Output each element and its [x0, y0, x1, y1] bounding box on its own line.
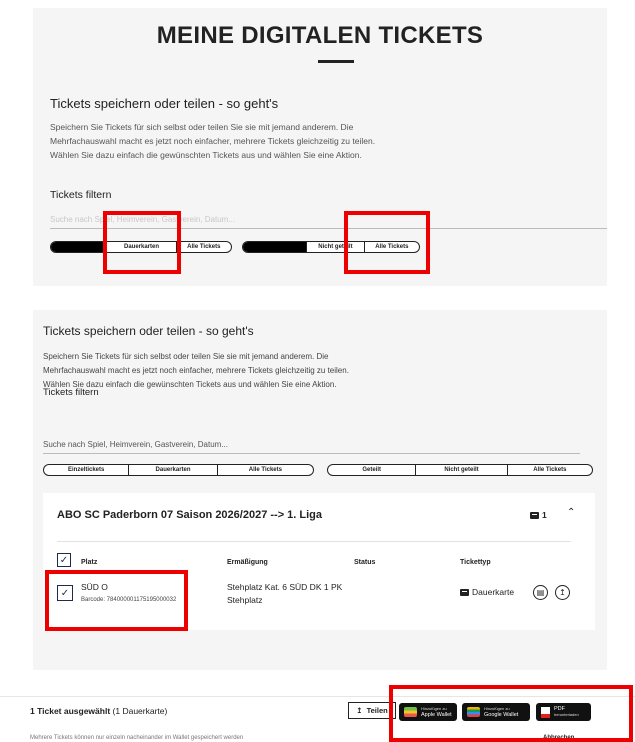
description-line: Wählen Sie dazu einfach die gewünschten … — [43, 380, 337, 389]
description-line: Mehrfachauswahl macht es jetzt noch einf… — [43, 366, 349, 375]
filter-heading: Tickets filtern — [50, 189, 112, 201]
column-header-ermaessigung: Ermäßigung — [227, 559, 268, 566]
highlight-box-ticket-row — [45, 570, 188, 631]
ticket-type-filter: Einzeltickets Dauerkarten Alle Tickets — [43, 464, 314, 476]
filter-option-geteilt[interactable]: Geteilt — [328, 465, 415, 475]
filter-heading: Tickets filtern — [43, 387, 99, 398]
ticket-discount-category: Stehplatz — [227, 595, 263, 605]
section-heading: Tickets speichern oder teilen - so geht'… — [43, 324, 254, 338]
wallet-note: Mehrere Tickets können nur einzeln nache… — [30, 735, 244, 741]
ticket-group-title: ABO SC Paderborn 07 Saison 2026/2027 -->… — [57, 509, 323, 521]
highlight-box-wallet-actions — [389, 685, 633, 742]
selection-detail: (1 Dauerkarte) — [112, 706, 168, 716]
filter-option-alle-tickets[interactable]: Alle Tickets — [175, 242, 231, 252]
ticket-icon — [460, 588, 469, 596]
ticket-count: 1 — [542, 510, 547, 520]
filter-option-alle-tickets[interactable]: Alle Tickets — [216, 465, 313, 475]
description-line: Mehrfachauswahl macht es jetzt noch einf… — [50, 136, 376, 146]
checkmark-icon: ✓ — [59, 554, 69, 566]
description-line: Wählen Sie dazu einfach die gewünschten … — [50, 150, 362, 160]
share-upload-icon[interactable]: ↥ — [555, 585, 570, 600]
selection-summary: 1 Ticket ausgewählt (1 Dauerkarte) — [30, 706, 167, 716]
section-description: Speichern Sie Tickets für sich selbst od… — [43, 350, 423, 392]
description-line: Speichern Sie Tickets für sich selbst od… — [50, 122, 354, 132]
description-line: Speichern Sie Tickets für sich selbst od… — [43, 352, 329, 361]
share-button-label: Teilen — [366, 706, 388, 715]
filter-option-nicht-geteilt[interactable]: Nicht geteilt — [415, 465, 506, 475]
filter-option-dauerkarten[interactable]: Dauerkarten — [128, 465, 216, 475]
highlight-box-alle-tickets — [344, 211, 430, 274]
search-input[interactable]: Suche nach Spiel, Heimverein, Gastverein… — [43, 440, 580, 454]
filter-option-einzeltickets[interactable] — [51, 242, 107, 252]
ticket-icon — [530, 511, 539, 519]
share-status-filter: Geteilt Nicht geteilt Alle Tickets — [327, 464, 593, 476]
column-header-status: Status — [354, 559, 376, 566]
ticket-type-label: Dauerkarte — [472, 587, 515, 597]
section-heading: Tickets speichern oder teilen - so geht'… — [50, 96, 279, 111]
highlight-box-dauerkarten — [103, 211, 181, 274]
filter-option-geteilt[interactable] — [243, 242, 307, 252]
filter-option-einzeltickets[interactable]: Einzeltickets — [44, 465, 128, 475]
page-title: MEINE DIGITALEN TICKETS — [156, 22, 484, 49]
chevron-up-icon[interactable]: ⌃ — [567, 507, 575, 518]
column-header-platz: Platz — [81, 559, 98, 566]
card-divider — [57, 541, 571, 542]
filter-option-alle-tickets[interactable]: Alle Tickets — [506, 465, 592, 475]
ticket-type: Dauerkarte — [460, 586, 514, 598]
column-header-tickettyp: Tickettyp — [460, 559, 491, 566]
ticket-discount: Stehplatz Kat. 6 SÜD DK 1 PK — [227, 582, 343, 592]
ticket-details-icon[interactable]: ▤ — [533, 585, 548, 600]
share-icon: ↥ — [356, 706, 363, 715]
ticket-count-badge: 1 — [530, 510, 547, 520]
select-all-checkbox[interactable]: ✓ — [57, 553, 71, 567]
section-description: Speichern Sie Tickets für sich selbst od… — [50, 120, 450, 162]
title-underline — [318, 60, 354, 63]
selection-count: 1 Ticket ausgewählt — [30, 706, 111, 716]
